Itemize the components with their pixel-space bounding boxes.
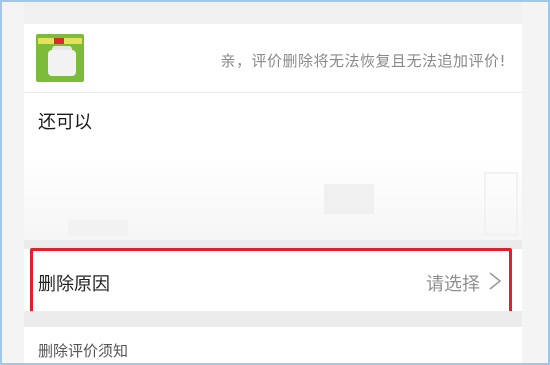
top-strip: [24, 2, 522, 24]
highlight-box: [30, 248, 512, 316]
divider: [24, 92, 522, 93]
delete-notice-row[interactable]: 删除评价须知: [24, 327, 522, 363]
bag-body: [48, 50, 76, 76]
ghost-shape: [324, 184, 374, 214]
review-card: 亲，评价删除将无法恢复且无法追加评价! 还可以: [24, 24, 522, 240]
section-gap: [24, 311, 522, 327]
delete-notice-label: 删除评价须知: [38, 342, 129, 360]
review-text: 还可以: [38, 112, 92, 133]
ghost-shape: [484, 172, 518, 236]
screen-frame: 亲，评价删除将无法恢复且无法追加评价! 还可以 删除原因 请选择 删除评价须知: [0, 0, 550, 365]
thumbnail-tag: [54, 38, 64, 44]
product-thumbnail[interactable]: [36, 34, 84, 82]
delete-warning-text: 亲，评价删除将无法恢复且无法追加评价!: [220, 52, 506, 70]
ghost-shape: [68, 220, 128, 236]
